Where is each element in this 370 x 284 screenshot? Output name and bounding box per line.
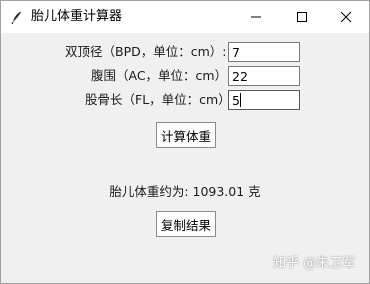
ac-label: 腹围（AC，单位：cm）: <box>91 68 232 83</box>
calculate-button[interactable]: 计算体重 <box>156 122 216 148</box>
maximize-icon <box>296 8 308 27</box>
maximize-button[interactable] <box>279 1 325 33</box>
bpd-label: 双顶径（BPD，单位：cm）: <box>65 44 227 59</box>
fl-label: 股骨长（FL，单位：cm）: <box>85 92 235 107</box>
fl-input[interactable] <box>228 90 300 110</box>
result-text: 胎儿体重约为: 1093.01 克 <box>109 184 261 199</box>
minimize-icon <box>250 8 262 27</box>
ac-input[interactable] <box>228 66 300 86</box>
close-button[interactable] <box>323 1 369 33</box>
close-icon <box>340 8 352 27</box>
bpd-input[interactable] <box>228 42 300 62</box>
feather-icon <box>9 9 25 25</box>
app-window: 胎儿体重计算器 双顶径（BPD，单位：cm）: 7 腹围（AC，单位：cm）: … <box>0 0 370 284</box>
watermark: 知乎 @朱卫军 <box>273 256 356 271</box>
title-bar[interactable]: 胎儿体重计算器 <box>1 1 369 33</box>
minimize-button[interactable] <box>233 1 279 33</box>
text-cursor <box>240 93 241 107</box>
copy-result-button[interactable]: 复制结果 <box>156 211 216 237</box>
window-title: 胎儿体重计算器 <box>31 9 123 24</box>
